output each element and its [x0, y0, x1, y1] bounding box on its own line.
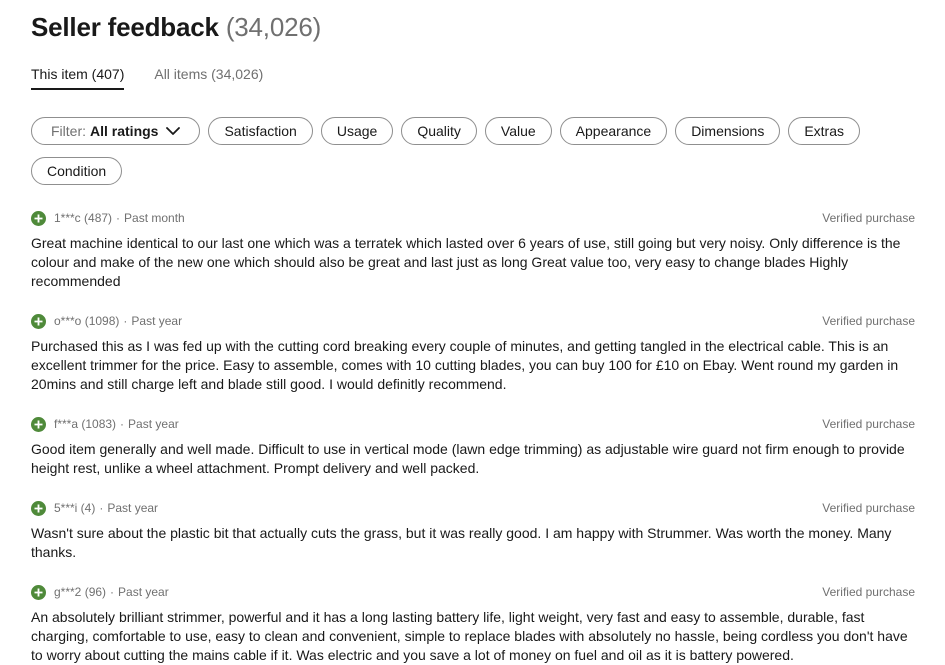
filter-prefix: Filter: — [51, 123, 86, 139]
filter-bar: Filter: All ratings Satisfaction Usage Q… — [31, 117, 915, 185]
tab-this-item[interactable]: This item (407) — [31, 66, 125, 90]
plus-circle-icon — [31, 313, 46, 329]
buyer-id: o***o (1098) — [54, 314, 120, 328]
chip-appearance[interactable]: Appearance — [559, 117, 668, 145]
feedback-time: Past year — [118, 585, 169, 599]
plus-circle-icon — [31, 500, 46, 516]
feedback-meta: 5***i (4) · Past year Verified purchase — [31, 500, 915, 516]
chip-condition[interactable]: Condition — [31, 157, 123, 185]
page-title: Seller feedback (34,026) — [31, 12, 321, 43]
buyer-id: 5***i (4) — [54, 501, 96, 515]
meta-separator: · — [99, 501, 104, 515]
meta-separator: · — [123, 314, 128, 328]
feedback-time: Past year — [131, 314, 183, 328]
chevron-down-icon — [166, 126, 181, 135]
feedback-text: An absolutely brilliant strimmer, powerf… — [31, 609, 908, 663]
verified-purchase-label: Verified purchase — [822, 501, 915, 515]
feedback-text: Wasn't sure about the plastic bit that a… — [31, 525, 892, 560]
title-count: (34,026) — [225, 12, 322, 42]
chip-usage[interactable]: Usage — [320, 117, 394, 145]
meta-separator: · — [116, 211, 121, 225]
feedback-text: Good item generally and well made. Diffi… — [31, 441, 905, 476]
buyer-id: f***a (1083) — [54, 417, 117, 431]
feedback-item: o***o (1098) · Past year Verified purcha… — [31, 313, 915, 394]
verified-purchase-label: Verified purchase — [822, 211, 915, 225]
verified-purchase-label: Verified purchase — [822, 314, 915, 328]
chip-quality[interactable]: Quality — [401, 117, 477, 145]
chip-extras[interactable]: Extras — [788, 117, 861, 145]
feedback-item: f***a (1083) · Past year Verified purcha… — [31, 416, 915, 478]
tab-all-items[interactable]: All items (34,026) — [154, 66, 263, 90]
title-text: Seller feedback — [31, 12, 219, 42]
verified-purchase-label: Verified purchase — [822, 585, 915, 599]
chip-satisfaction[interactable]: Satisfaction — [208, 117, 313, 145]
feedback-time: Past year — [107, 501, 159, 515]
feedback-item: 1***c (487) · Past month Verified purcha… — [31, 210, 915, 291]
plus-circle-icon — [31, 210, 46, 226]
feedback-item: g***2 (96) · Past year Verified purchase… — [31, 584, 915, 665]
plus-circle-icon — [31, 416, 46, 432]
meta-separator: · — [120, 417, 125, 431]
feedback-text: Purchased this as I was fed up with the … — [31, 338, 899, 392]
feedback-item: 5***i (4) · Past year Verified purchase … — [31, 500, 915, 562]
buyer-id: g***2 (96) — [54, 585, 107, 599]
feedback-time: Past year — [128, 417, 179, 431]
feedback-tabs: This item (407) All items (34,026) — [31, 66, 263, 90]
chip-dimensions[interactable]: Dimensions — [675, 117, 781, 145]
feedback-time: Past month — [124, 211, 185, 225]
meta-separator: · — [110, 585, 115, 599]
filter-value: All ratings — [90, 123, 159, 139]
feedback-meta: g***2 (96) · Past year Verified purchase — [31, 584, 915, 600]
plus-circle-icon — [31, 584, 46, 600]
feedback-meta: 1***c (487) · Past month Verified purcha… — [31, 210, 915, 226]
chip-value[interactable]: Value — [484, 117, 552, 145]
buyer-id: 1***c (487) — [54, 211, 113, 225]
rating-filter-dropdown[interactable]: Filter: All ratings — [31, 117, 201, 145]
feedback-text: Great machine identical to our last one … — [31, 235, 901, 289]
feedback-meta: f***a (1083) · Past year Verified purcha… — [31, 416, 915, 432]
verified-purchase-label: Verified purchase — [822, 417, 915, 431]
feedback-meta: o***o (1098) · Past year Verified purcha… — [31, 313, 915, 329]
